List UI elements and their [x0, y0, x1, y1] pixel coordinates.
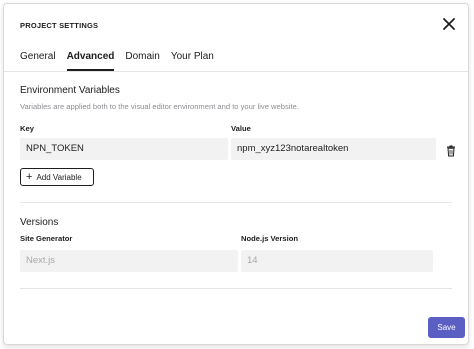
add-variable-label: Add Variable	[36, 172, 82, 182]
save-button[interactable]: Save	[428, 317, 465, 338]
tabs-divider	[4, 71, 468, 72]
node-version-label: Node.js Version	[241, 234, 298, 243]
tab-general[interactable]: General	[20, 51, 56, 71]
footer-divider	[20, 288, 452, 289]
dialog-title: PROJECT SETTINGS	[20, 21, 99, 30]
tab-your-plan[interactable]: Your Plan	[171, 51, 214, 71]
add-variable-button[interactable]: + Add Variable	[20, 168, 94, 186]
section-divider	[20, 202, 452, 203]
key-column-label: Key	[20, 124, 34, 133]
env-section-heading: Environment Variables	[20, 85, 120, 96]
site-generator-field: Next.js	[20, 250, 238, 272]
env-hint: Variables are applied both to the visual…	[20, 102, 299, 111]
close-icon[interactable]	[442, 17, 456, 31]
plus-icon: +	[26, 170, 33, 183]
versions-section-heading: Versions	[20, 217, 59, 228]
tab-domain[interactable]: Domain	[125, 51, 159, 71]
trash-icon[interactable]	[445, 145, 457, 157]
value-column-label: Value	[231, 124, 251, 133]
tab-advanced[interactable]: Advanced	[66, 51, 115, 71]
site-generator-label: Site Generator	[20, 234, 73, 243]
project-settings-dialog: PROJECT SETTINGS General Advanced Domain…	[3, 3, 469, 345]
node-version-field: 14	[241, 250, 433, 272]
settings-tabs: General Advanced Domain Your Plan	[20, 51, 225, 71]
env-value-input[interactable]: npm_xyz123notarealtoken	[231, 138, 436, 160]
env-key-input[interactable]: NPN_TOKEN	[20, 138, 228, 160]
